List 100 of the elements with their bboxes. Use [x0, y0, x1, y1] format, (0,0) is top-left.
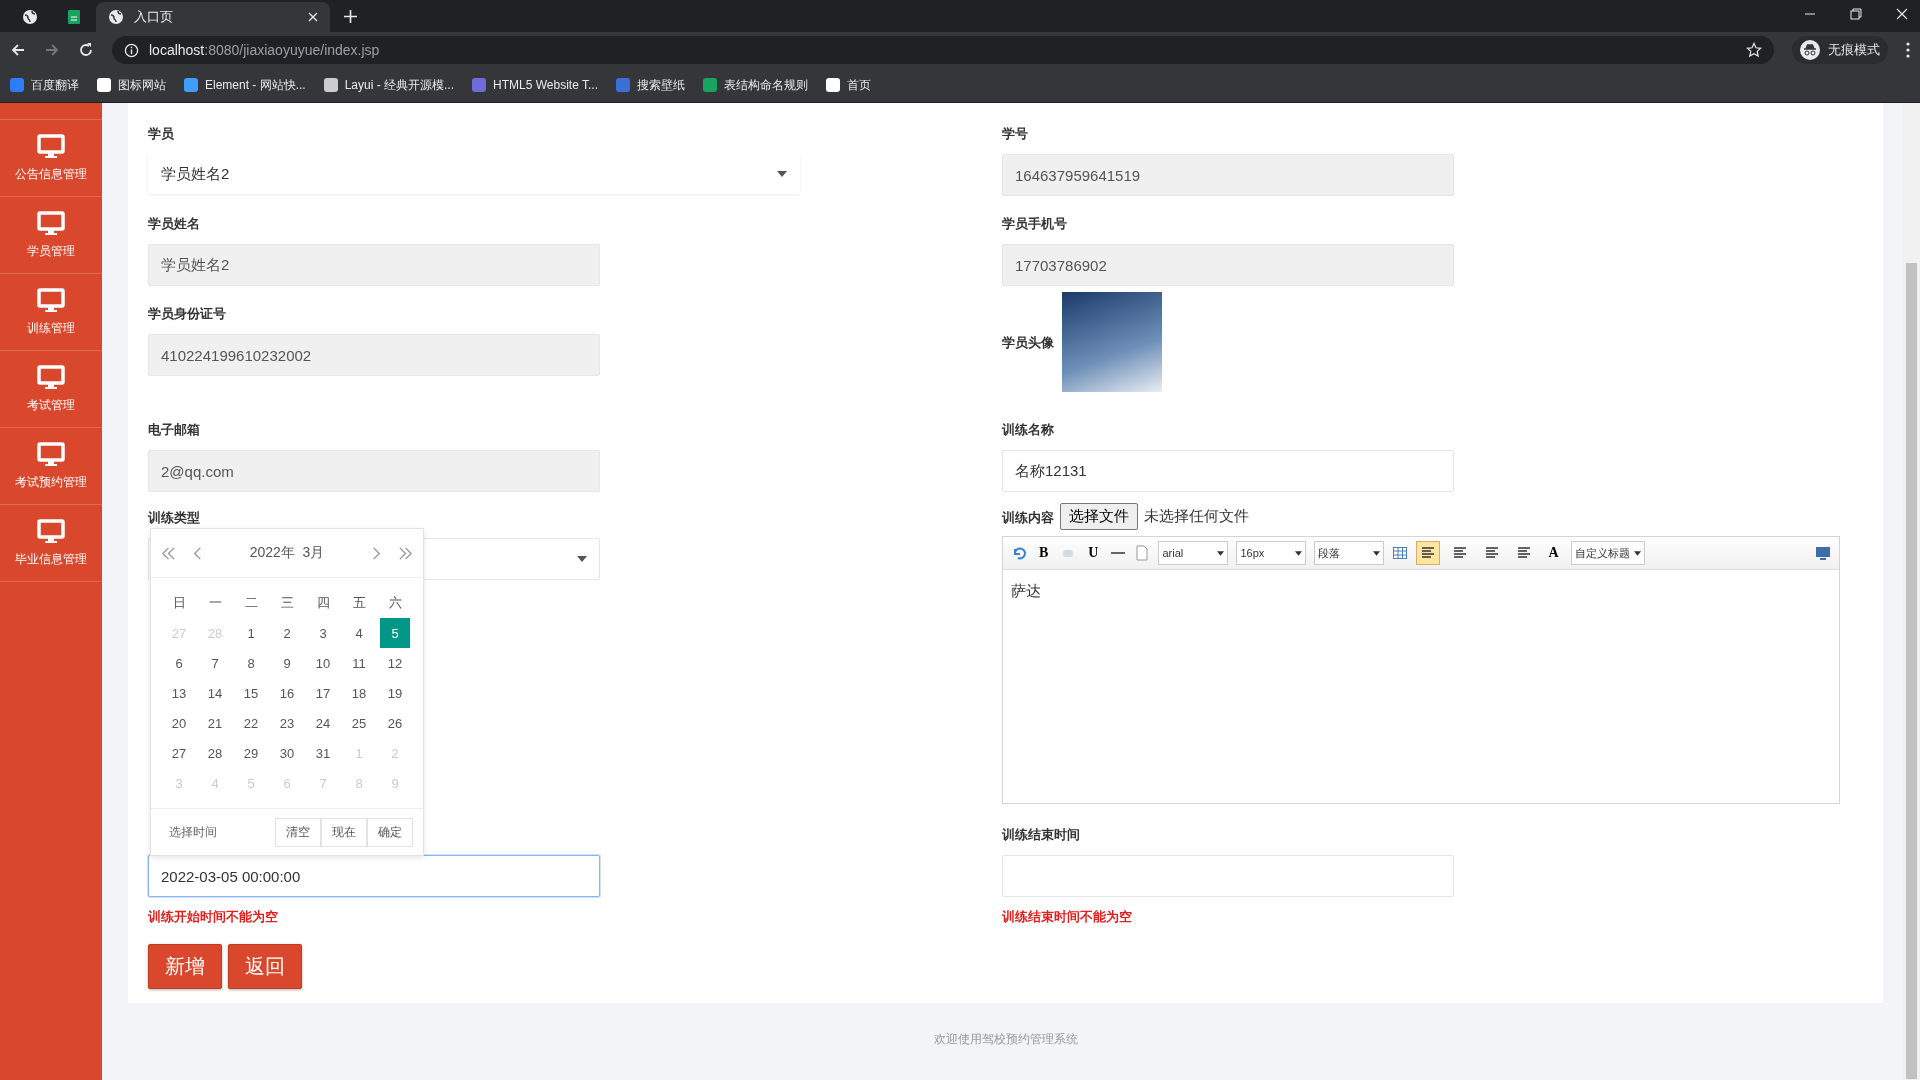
field-label: 学员姓名 [148, 215, 201, 231]
calendar-day[interactable]: 29 [236, 738, 266, 768]
bookmark-link[interactable]: Layui - 经典开源模... [323, 76, 455, 94]
monitor-icon [37, 133, 65, 160]
back-arrow-icon[interactable] [10, 42, 26, 58]
calendar-day[interactable]: 7 [200, 648, 230, 678]
double-chevron-left-icon[interactable] [161, 545, 176, 561]
end-time-field[interactable] [1002, 855, 1454, 897]
field-label: 训练结束时间 [1002, 826, 1081, 842]
calendar-day[interactable]: 8 [236, 648, 266, 678]
calendar-day[interactable]: 10 [308, 648, 338, 678]
input-field[interactable]: 学员姓名2 [148, 244, 600, 286]
menu-icon[interactable] [1906, 42, 1910, 58]
calendar-day[interactable]: 6 [164, 648, 194, 678]
calendar-day[interactable]: 5 [380, 618, 410, 648]
calendar-day[interactable]: 15 [236, 678, 266, 708]
bookmark-link[interactable]: 首页 [826, 76, 871, 94]
date-picker-button[interactable]: 确定 [367, 817, 413, 847]
sidebar-item[interactable]: 毕业信息管理 [0, 505, 102, 582]
calendar-day[interactable]: 30 [272, 738, 302, 768]
calendar-day[interactable]: 31 [308, 738, 338, 768]
input-field[interactable]: 名称12131 [1002, 450, 1454, 492]
input-field[interactable]: 17703786902 [1002, 244, 1454, 286]
calendar-day[interactable]: 28 [200, 738, 230, 768]
year-month-title[interactable]: 2022年 3月 [219, 544, 355, 562]
bookmark-link[interactable]: 搜索壁纸 [616, 76, 685, 94]
toolbar-button[interactable]: A [1544, 544, 1563, 562]
input-field[interactable]: 2@qq.com [148, 450, 600, 492]
undo-icon[interactable] [1011, 545, 1027, 561]
editor-text[interactable]: 萨达 [1003, 570, 1839, 613]
calendar-day[interactable]: 27 [164, 738, 194, 768]
close-icon[interactable] [308, 12, 318, 22]
align-icon[interactable] [1416, 541, 1441, 565]
bookmark-link[interactable]: 表结构命名规则 [703, 76, 808, 94]
calendar-day[interactable]: 17 [308, 678, 338, 708]
sidebar-item[interactable]: 考试管理 [0, 351, 102, 428]
globe-icon [108, 9, 124, 25]
toolbar-dropdown[interactable]: 段落 [1314, 541, 1385, 565]
calendar-day[interactable]: 26 [380, 708, 410, 738]
table-icon[interactable] [1392, 545, 1409, 561]
calendar-day[interactable]: 21 [200, 708, 230, 738]
calendar-day[interactable]: 3 [308, 618, 338, 648]
monitor-icon [37, 210, 65, 237]
monitor-icon [37, 364, 65, 391]
bookmark-link[interactable]: HTML5 Website T... [472, 78, 598, 92]
calendar-day[interactable]: 25 [344, 708, 374, 738]
star-icon[interactable] [1746, 42, 1762, 58]
sidebar-item[interactable]: 学员管理 [0, 197, 102, 274]
calendar-day[interactable]: 20 [164, 708, 194, 738]
calendar-day[interactable]: 19 [380, 678, 410, 708]
input-field[interactable]: 410224199610232002 [148, 334, 600, 376]
double-chevron-right-icon[interactable] [398, 545, 413, 561]
incognito-button[interactable]: 无痕模式 [1792, 36, 1888, 64]
calendar-day[interactable]: 2 [272, 618, 302, 648]
caret-icon [577, 556, 587, 562]
toolbar-button[interactable]: U [1084, 544, 1103, 562]
start-time-field[interactable]: 2022-03-05 00:00:00 [148, 855, 600, 897]
calendar-day[interactable]: 22 [236, 708, 266, 738]
calendar-day[interactable]: 24 [308, 708, 338, 738]
forward-arrow-icon[interactable] [44, 42, 60, 58]
toolbar-dropdown[interactable]: arial [1158, 541, 1229, 565]
choose-time-link[interactable]: 选择时间 [169, 823, 217, 841]
calendar-day[interactable]: 1 [236, 618, 266, 648]
calendar-day[interactable]: 16 [272, 678, 302, 708]
sidebar-item[interactable]: 训练管理 [0, 274, 102, 351]
scrollbar[interactable] [1903, 103, 1920, 1080]
calendar-day[interactable]: 12 [380, 648, 410, 678]
browser-tab[interactable]: 入口页 [96, 2, 330, 32]
date-picker-button[interactable]: 清空 [275, 817, 321, 847]
incognito-icon [1800, 40, 1820, 60]
calendar-day[interactable]: 14 [200, 678, 230, 708]
toolbar-button[interactable]: B [1035, 544, 1053, 562]
student-select[interactable]: 学员姓名2 [148, 154, 800, 194]
choose-file-button[interactable]: 选择文件 [1060, 503, 1138, 530]
restore-icon[interactable] [1850, 8, 1862, 20]
sidebar-item[interactable]: 考试预约管理 [0, 428, 102, 505]
bookmark-link[interactable]: Element - 网站快... [184, 76, 306, 94]
url-text: localhost:8080/jiaxiaoyuyue/index.jsp [149, 42, 381, 58]
calendar-day[interactable]: 4 [344, 618, 374, 648]
bookmark-link[interactable]: 图标网站 [97, 76, 166, 94]
calendar-day[interactable]: 18 [344, 678, 374, 708]
calendar-day[interactable]: 23 [272, 708, 302, 738]
address-bar[interactable]: localhost:8080/jiaxiaoyuyue/index.jsp [112, 36, 1774, 64]
reload-icon[interactable] [78, 42, 94, 58]
field-label: 训练内容 [1002, 508, 1054, 525]
form-button[interactable]: 新增 [148, 944, 222, 989]
toolbar-dropdown[interactable]: 16px [1236, 541, 1307, 565]
input-field[interactable]: 164637959641519 [1002, 154, 1454, 196]
date-picker-button[interactable]: 现在 [321, 817, 367, 847]
monitor-icon[interactable] [1815, 545, 1831, 561]
close-icon[interactable] [1896, 8, 1908, 20]
calendar-day[interactable]: 9 [272, 648, 302, 678]
calendar-day[interactable]: 13 [164, 678, 194, 708]
weekday-label: 三 [279, 594, 295, 612]
form-button[interactable]: 返回 [228, 944, 302, 989]
new-tab-icon[interactable] [344, 10, 357, 23]
bookmark-link[interactable]: 百度翻译 [10, 76, 79, 94]
sidebar-item[interactable]: 公告信息管理 [0, 120, 102, 197]
toolbar-dropdown[interactable]: 自定义标题 [1570, 541, 1645, 565]
calendar-day[interactable]: 11 [344, 648, 374, 678]
